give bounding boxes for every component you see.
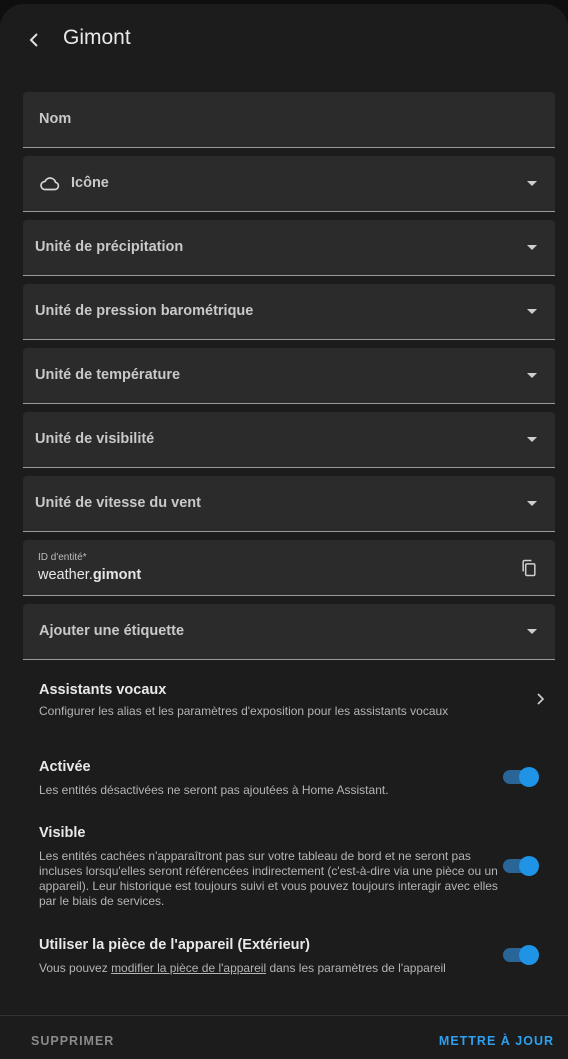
toggle-thumb [519,856,539,876]
caret-down-icon [527,629,537,634]
chevron-left-icon[interactable] [22,28,46,52]
entity-id-value: weather.gimont [38,567,141,583]
voice-assistants-description: Configurer les alias et les paramètres d… [39,704,449,718]
precipitation-unit-label: Unité de précipitation [35,239,184,255]
temperature-unit-select[interactable]: Unité de température [23,348,555,404]
caret-down-icon [527,501,537,506]
pressure-unit-label: Unité de pression barométrique [35,303,254,319]
icon-picker[interactable]: Icône [23,156,555,212]
enabled-title: Activée [39,759,91,775]
enabled-toggle[interactable] [503,765,539,787]
dialog-header: Gimont [0,4,568,76]
entity-id-domain: weather. [38,567,93,583]
precipitation-unit-select[interactable]: Unité de précipitation [23,220,555,276]
update-button[interactable]: METTRE À JOUR [439,1034,554,1048]
visibility-unit-select[interactable]: Unité de visibilité [23,412,555,468]
toggle-thumb [519,767,539,787]
wind-speed-unit-select[interactable]: Unité de vitesse du vent [23,476,555,532]
icon-picker-label: Icône [71,175,109,191]
chevron-right-icon [537,693,545,705]
modify-device-area-link[interactable]: modifier la pièce de l'appareil [111,961,266,975]
caret-down-icon [527,181,537,186]
visible-description: Les entités cachées n'apparaîtront pas s… [39,849,498,908]
visible-title: Visible [39,825,86,841]
pressure-unit-select[interactable]: Unité de pression barométrique [23,284,555,340]
toggle-thumb [519,945,539,965]
delete-button[interactable]: SUPPRIMER [31,1034,114,1048]
entity-id-object: gimont [92,567,142,583]
wind-speed-unit-label: Unité de vitesse du vent [35,495,201,511]
name-placeholder: Nom [39,111,72,127]
caret-down-icon [527,437,537,442]
visible-toggle[interactable] [503,854,539,876]
caret-down-icon [527,245,537,250]
caret-down-icon [527,373,537,378]
copy-icon[interactable] [519,558,539,578]
device-area-description: Vous pouvez modifier la pièce de l'appar… [39,961,499,976]
enabled-description: Les entités désactivées ne seront pas aj… [39,783,389,797]
name-field[interactable]: Nom [23,92,555,148]
entity-settings-dialog: Gimont Nom Icône Unité de précipitation … [0,4,568,1059]
dialog-footer: SUPPRIMER METTRE À JOUR [0,1015,568,1059]
device-area-toggle[interactable] [503,943,539,965]
add-label-select[interactable]: Ajouter une étiquette [23,604,555,660]
temperature-unit-label: Unité de température [35,367,181,383]
add-label-text: Ajouter une étiquette [39,623,185,639]
entity-id-field[interactable]: ID d'entité* weather.gimont [23,540,555,596]
device-area-title: Utiliser la pièce de l'appareil (Extérie… [39,937,310,953]
entity-id-label: ID d'entité* [38,552,87,563]
page-title: Gimont [63,26,131,49]
visibility-unit-label: Unité de visibilité [35,431,155,447]
device-area-desc-suffix: dans les paramètres de l'appareil [266,961,446,975]
voice-assistants-title: Assistants vocaux [39,682,167,698]
cloud-icon [40,177,60,191]
device-area-desc-prefix: Vous pouvez [39,961,112,975]
caret-down-icon [527,309,537,314]
